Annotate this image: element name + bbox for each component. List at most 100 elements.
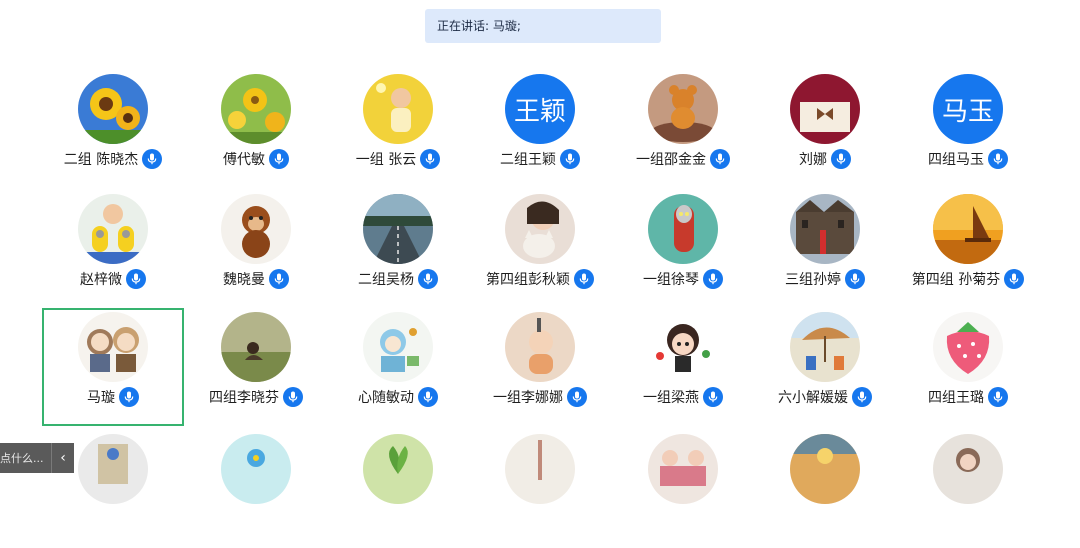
participant-tile[interactable]: 一组 张云 (327, 70, 469, 188)
bow-icon (790, 74, 860, 144)
tower-icon (505, 434, 575, 504)
participant-name-row: 六小解媛媛 (754, 386, 896, 408)
avatar: 王颖 (505, 74, 575, 144)
microphone-icon[interactable] (119, 387, 139, 407)
participant-tile[interactable] (897, 430, 1039, 548)
participant-tile[interactable]: 一组徐琴 (612, 190, 754, 308)
participant-tile[interactable]: 赵梓微 (42, 190, 184, 308)
microphone-icon[interactable] (418, 387, 438, 407)
participant-name: 三组孙婷 (785, 272, 841, 288)
minion-photo-icon (78, 194, 148, 264)
child-photo-icon (363, 74, 433, 144)
participant-name-row: 四组王璐 (897, 386, 1039, 408)
collapse-bar[interactable]: 点什么... ‹ (0, 443, 74, 473)
microphone-icon[interactable] (1004, 269, 1025, 289)
participant-tile[interactable]: 二组吴杨 (327, 190, 469, 308)
participant-tile[interactable] (185, 430, 327, 548)
participant-tile[interactable]: 魏晓曼 (185, 190, 327, 308)
cat-icon (505, 194, 575, 264)
participant-name-row: 二组吴杨 (327, 268, 469, 290)
blue-flower-icon (221, 434, 291, 504)
participant-tile[interactable]: 第四组彭秋颖 (469, 190, 611, 308)
participant-name-row: 三组孙婷 (754, 268, 896, 290)
toy-icon (78, 434, 148, 504)
participant-name: 第四组彭秋颖 (486, 272, 570, 288)
microphone-icon[interactable] (845, 269, 865, 289)
microphone-icon[interactable] (988, 149, 1008, 169)
microphone-icon[interactable] (269, 269, 289, 289)
teddy-bear-icon (648, 74, 718, 144)
microphone-icon[interactable] (574, 269, 594, 289)
participant-tile[interactable]: 一组梁燕 (612, 308, 754, 426)
participant-name: 四组王璐 (928, 390, 984, 406)
collapse-bar-text: 点什么... (0, 452, 44, 465)
participant-name-row: 赵梓微 (42, 268, 184, 290)
participant-tile[interactable]: 一组邵金金 (612, 70, 754, 188)
microphone-icon[interactable] (142, 149, 163, 169)
participant-tile[interactable]: 王颖二组王颖 (469, 70, 611, 188)
participant-name: 赵梓微 (80, 272, 122, 288)
microphone-icon[interactable] (988, 387, 1008, 407)
participant-name: 二组 陈晓杰 (63, 152, 139, 168)
microphone-icon[interactable] (567, 387, 587, 407)
microphone-icon[interactable] (126, 269, 146, 289)
microphone-icon[interactable] (703, 269, 723, 289)
participant-tile[interactable]: 一组李娜娜 (469, 308, 611, 426)
microphone-icon[interactable] (831, 149, 851, 169)
participant-name: 傅代敏 (223, 152, 265, 168)
participant-tile[interactable] (469, 430, 611, 548)
microphone-icon[interactable] (703, 387, 723, 407)
road-icon (363, 194, 433, 264)
participant-tile[interactable]: 二组 陈晓杰 (42, 70, 184, 188)
participant-name-row: 四组马玉 (897, 148, 1039, 170)
participant-tile[interactable]: 傅代敏 (185, 70, 327, 188)
participant-name-row: 魏晓曼 (185, 268, 327, 290)
participant-name-row: 二组王颖 (469, 148, 611, 170)
collapse-arrow-icon[interactable]: ‹ (51, 443, 74, 473)
participant-name-row: 傅代敏 (185, 148, 327, 170)
sailboat-icon (933, 194, 1003, 264)
participant-name: 一组徐琴 (643, 272, 699, 288)
monkey-icon (221, 194, 291, 264)
sprout-icon (363, 434, 433, 504)
participant-name-row: 第四组 孙菊芬 (897, 268, 1039, 290)
participant-name: 二组王颖 (500, 152, 556, 168)
meadow-icon (221, 312, 291, 382)
participant-name: 第四组 孙菊芬 (911, 272, 1001, 288)
portrait-icon (933, 434, 1003, 504)
microphone-icon[interactable] (560, 149, 580, 169)
strawberry-icon (933, 312, 1003, 382)
participant-name: 六小解媛媛 (778, 390, 848, 406)
participant-name: 马璇 (87, 390, 115, 406)
participant-tile[interactable]: 三组孙婷 (754, 190, 896, 308)
microphone-icon[interactable] (283, 387, 303, 407)
participant-tile[interactable] (327, 430, 469, 548)
participant-tile[interactable]: 刘娜 (754, 70, 896, 188)
participant-name-row: 刘娜 (754, 148, 896, 170)
participant-tile[interactable]: 心随敏动 (327, 308, 469, 426)
participant-name-row: 一组 张云 (327, 148, 469, 170)
microphone-icon[interactable] (420, 149, 441, 169)
participant-tile[interactable]: 六小解媛媛 (754, 308, 896, 426)
participant-name: 心随敏动 (358, 390, 414, 406)
participant-tile[interactable]: 第四组 孙菊芬 (897, 190, 1039, 308)
flowers-icon (221, 74, 291, 144)
group-photo-icon (648, 434, 718, 504)
participant-name: 魏晓曼 (223, 272, 265, 288)
microphone-icon[interactable] (710, 149, 730, 169)
participant-tile[interactable] (754, 430, 896, 548)
participant-tile[interactable]: 四组王璐 (897, 308, 1039, 426)
participant-tile[interactable]: 马玉 四组马玉 (897, 70, 1039, 188)
participant-tile[interactable]: 马璇 (42, 308, 184, 426)
sunflower-icon (78, 74, 148, 144)
microphone-icon[interactable] (852, 387, 872, 407)
microphone-icon[interactable] (418, 269, 438, 289)
participant-name-row: 一组梁燕 (612, 386, 754, 408)
cartoon-couple-icon (78, 312, 148, 382)
participant-name-row: 一组邵金金 (612, 148, 754, 170)
participant-tile[interactable] (612, 430, 754, 548)
participant-name: 四组马玉 (928, 152, 984, 168)
participant-tile[interactable]: 四组李晓芬 (185, 308, 327, 426)
participant-name-row: 一组李娜娜 (469, 386, 611, 408)
microphone-icon[interactable] (269, 149, 289, 169)
